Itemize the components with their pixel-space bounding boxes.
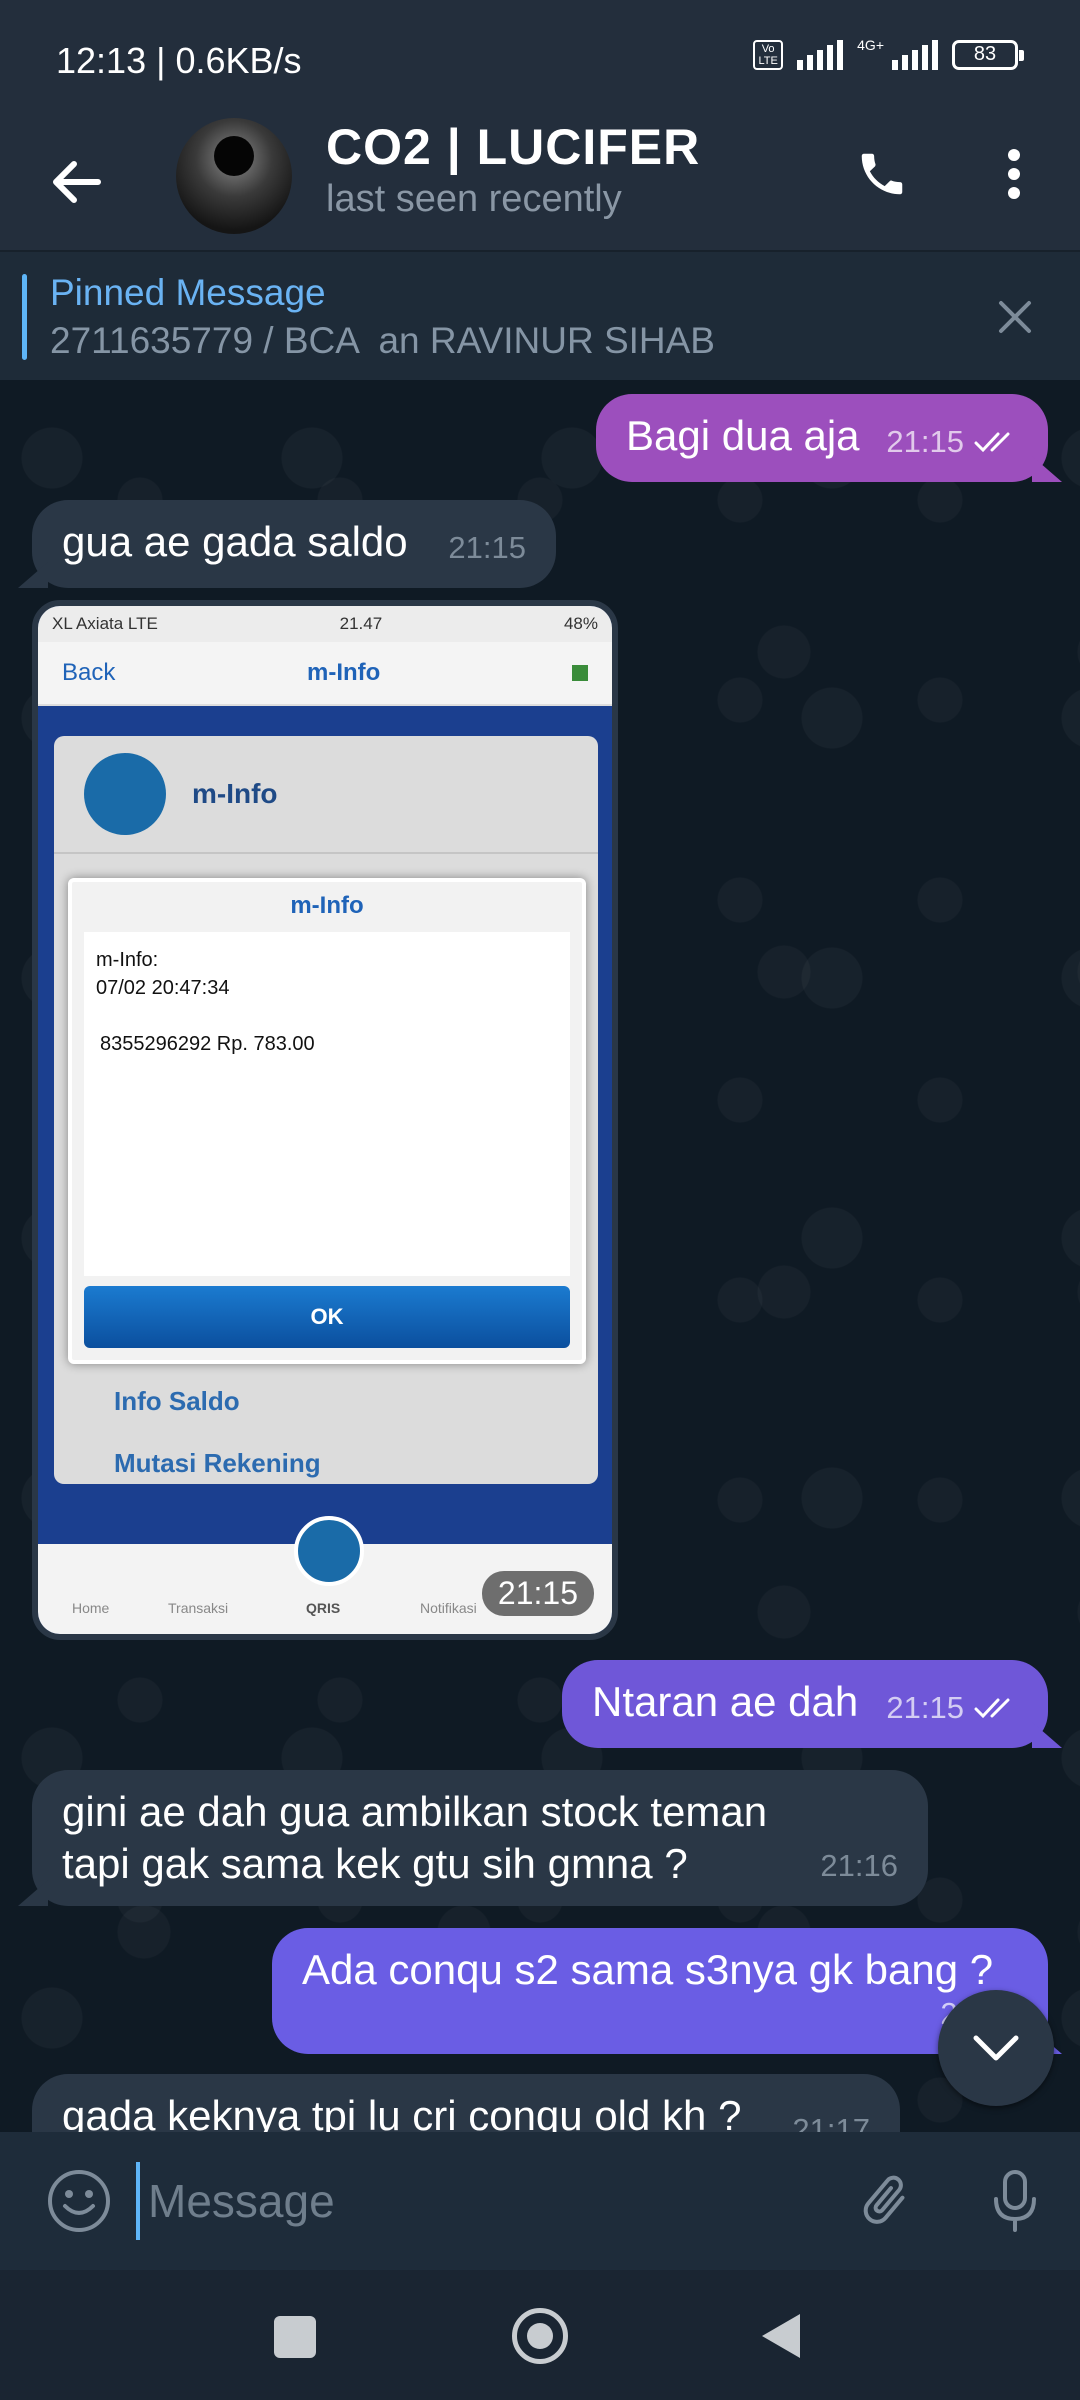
back-arrow-icon[interactable]	[40, 146, 112, 218]
emoji-icon[interactable]	[40, 2162, 118, 2240]
message-text: Bagi dua aja	[626, 412, 860, 459]
pinned-title: Pinned Message	[50, 272, 326, 313]
message-incoming[interactable]: gua ae gada saldo 21:15	[32, 500, 556, 588]
signal-icon	[797, 40, 844, 70]
attach-icon[interactable]	[846, 2162, 924, 2240]
message-text: gada keknya tpi lu cri conqu old kh ?	[62, 2092, 742, 2132]
back-button[interactable]	[762, 2314, 800, 2358]
photo-menu-item: Info Saldo	[114, 1386, 240, 1416]
avatar[interactable]	[176, 118, 292, 234]
message-time: 21:16	[820, 1848, 898, 1883]
bank-logo-icon	[84, 753, 166, 835]
last-seen-status: last seen recently	[326, 178, 622, 220]
close-icon[interactable]	[980, 282, 1050, 352]
pinned-text: 2711635779 / BCA an RAVINUR SIHAB	[50, 320, 715, 361]
message-time: 21:15	[886, 416, 1018, 468]
photo-dialog: m-Info m-Info: 07/02 20:47:34 8355296292…	[68, 878, 586, 1364]
pinned-indicator	[22, 274, 27, 360]
double-check-icon	[974, 432, 1010, 453]
chat-header: CO2 | LUCIFER last seen recently	[0, 118, 1080, 250]
photo-menu-item: Mutasi Rekening	[114, 1448, 321, 1478]
system-navbar	[0, 2270, 1080, 2400]
message-incoming[interactable]: gini ae dah gua ambilkan stock teman tap…	[32, 1770, 928, 1906]
scroll-down-button[interactable]	[938, 1990, 1054, 2106]
volte-icon: Vo LTE	[753, 40, 784, 70]
battery-icon: 83	[952, 40, 1024, 70]
recents-button[interactable]	[274, 2316, 316, 2358]
photo-navbar: Back m-Info	[38, 642, 612, 706]
message-text: Ada conqu s2 sama s3nya gk bang ?	[302, 1946, 994, 1993]
message-text: gua ae gada saldo	[62, 518, 408, 565]
message-text: Ntaran ae dah	[592, 1678, 859, 1725]
message-time: 21:15	[481, 1571, 594, 1616]
mic-icon[interactable]	[976, 2162, 1054, 2240]
message-incoming[interactable]: gada keknya tpi lu cri conqu old kh ? 21…	[32, 2074, 900, 2132]
more-vertical-icon[interactable]	[978, 138, 1050, 210]
photo-statusbar: XL Axiata LTE 21.47 48%	[38, 606, 612, 642]
message-time: 21:15	[448, 530, 526, 565]
contact-name[interactable]: CO2 | LUCIFER	[326, 118, 700, 176]
status-icons: Vo LTE 4G+ 83	[753, 37, 1024, 70]
network-type: 4G+	[857, 37, 884, 53]
message-input[interactable]	[136, 2162, 816, 2240]
message-text: gini ae dah gua ambilkan stock teman tap…	[62, 1788, 768, 1887]
message-photo[interactable]: XL Axiata LTE 21.47 48% Back m-Info m-In…	[32, 600, 618, 1640]
signal-icon-2	[892, 40, 938, 70]
message-outgoing[interactable]: Ntaran ae dah 21:15	[562, 1660, 1048, 1748]
chat-area[interactable]: Bagi dua aja 21:15 gua ae gada saldo 21:…	[0, 380, 1080, 2132]
message-outgoing[interactable]: Bagi dua aja 21:15	[596, 394, 1048, 482]
message-composer	[0, 2132, 1080, 2270]
chevron-down-icon	[973, 2035, 1019, 2061]
status-bar: 12:13 | 0.6KB/s Vo LTE 4G+ 83	[0, 0, 1080, 118]
message-time: 21:15	[886, 1682, 1018, 1734]
status-time: 12:13 | 0.6KB/s	[56, 40, 302, 81]
double-check-icon	[974, 1698, 1010, 1719]
message-outgoing[interactable]: Ada conqu s2 sama s3nya gk bang ? 21:16	[272, 1928, 1048, 2054]
home-button[interactable]	[512, 2308, 568, 2364]
message-time: 21:17	[792, 2112, 870, 2132]
phone-icon[interactable]	[846, 138, 918, 210]
pinned-message-bar[interactable]: Pinned Message 2711635779 / BCA an RAVIN…	[0, 250, 1080, 380]
